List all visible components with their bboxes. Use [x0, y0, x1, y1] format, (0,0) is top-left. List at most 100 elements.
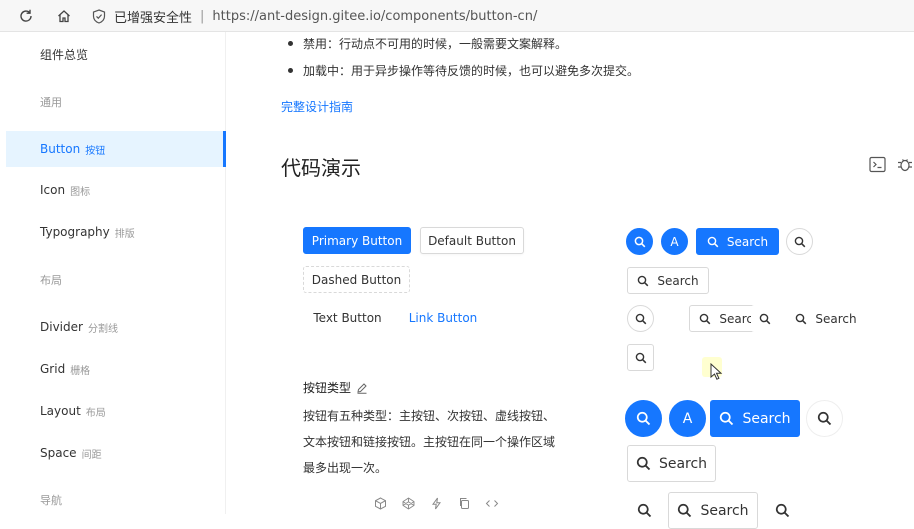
search-icon — [699, 313, 711, 325]
sidebar-item-space[interactable]: Space 间距 — [6, 435, 226, 471]
main-content: 禁用：行动点不可用的时候，一般需要文案解释。 加载中：用于异步操作等待反馈的时候… — [226, 32, 914, 529]
demo-description-body: 按钮有五种类型：主按钮、次按钮、虚线按钮、 文本按钮和链接按钮。主按钮在同一个操… — [303, 403, 568, 481]
sidebar-item-label: Grid — [40, 362, 66, 376]
sidebar: 组件总览 通用 Button 按钮 Icon 图标 Typography 排版 … — [6, 32, 226, 514]
section-title: 代码演示 — [281, 156, 361, 180]
search-link-icon-button[interactable] — [627, 344, 654, 371]
sidebar-item-label: Divider — [40, 320, 83, 334]
search-default-large-button[interactable]: Search — [627, 445, 716, 482]
search-icon — [795, 313, 807, 325]
sidebar-item-icon[interactable]: Icon 图标 — [6, 172, 226, 208]
thunder-icon[interactable] — [429, 496, 443, 510]
sidebar-item-divider[interactable]: Divider 分割线 — [6, 309, 226, 345]
search-icon — [817, 411, 832, 426]
sidebar-item-overview[interactable]: 组件总览 — [6, 36, 226, 72]
text-button[interactable]: Text Button — [303, 304, 392, 331]
search-icon — [634, 236, 646, 248]
letter-circle-primary-large-button[interactable]: A — [669, 400, 706, 437]
demo-description-line: 按钮有五种类型：主按钮、次按钮、虚线按钮、 — [303, 409, 556, 423]
sidebar-item-typography[interactable]: Typography 排版 — [6, 214, 226, 250]
codepen-icon[interactable] — [401, 496, 415, 510]
search-text-large-icon-button[interactable] — [764, 492, 801, 529]
search-label: Search — [700, 502, 749, 519]
edit-icon[interactable] — [356, 382, 368, 394]
bullet-text: 禁用：行动点不可用的时候，一般需要文案解释。 — [303, 37, 568, 51]
search-primary-large-button[interactable]: Search — [710, 400, 800, 437]
search-icon — [677, 503, 692, 518]
link-button[interactable]: Link Button — [402, 304, 484, 331]
terminal-icon[interactable] — [869, 156, 887, 174]
code-expand-icon[interactable] — [485, 496, 499, 510]
sidebar-item-button[interactable]: Button 按钮 — [6, 131, 226, 167]
copy-icon[interactable] — [457, 496, 471, 510]
sidebar-group-navigation: 导航 — [40, 494, 62, 507]
search-dashed-large-button[interactable]: Search — [668, 492, 758, 529]
address-separator: | — [200, 8, 205, 24]
bullet-dot — [288, 68, 293, 73]
search-icon — [759, 313, 771, 325]
search-circle-dashed-large-button[interactable] — [626, 492, 663, 529]
search-circle-dashed-button[interactable] — [627, 305, 654, 332]
search-icon — [635, 352, 647, 364]
sidebar-item-sublabel: 栅格 — [70, 365, 91, 377]
search-circle-primary-large-button[interactable] — [625, 400, 662, 437]
sidebar-item-sublabel: 布局 — [85, 407, 106, 419]
search-icon — [794, 236, 806, 248]
shield-icon — [92, 8, 108, 24]
search-icon — [719, 411, 734, 426]
search-text-icon-button[interactable] — [751, 305, 778, 332]
sidebar-group-layout: 布局 — [40, 274, 62, 287]
sidebar-item-sublabel: 图标 — [70, 186, 91, 198]
bug-icon[interactable] — [896, 156, 914, 174]
bullet-text: 加载中：用于异步操作等待反馈的时候，也可以避免多次提交。 — [303, 64, 640, 78]
sidebar-item-label: Layout — [40, 404, 81, 418]
search-label: Search — [726, 234, 769, 249]
letter-label: A — [670, 234, 679, 249]
sidebar-item-label: Button — [40, 142, 81, 156]
mouse-cursor-icon — [710, 362, 724, 381]
search-primary-button[interactable]: Search — [696, 228, 779, 255]
codesandbox-icon[interactable] — [373, 496, 387, 510]
search-label: Search — [658, 455, 708, 472]
sidebar-item-sublabel: 分割线 — [87, 323, 118, 335]
search-default-button[interactable]: Search — [627, 267, 709, 294]
bullet-loading: 加载中：用于异步操作等待反馈的时候，也可以避免多次提交。 — [288, 62, 639, 79]
search-icon — [636, 456, 651, 471]
search-circle-default-large-button[interactable] — [806, 400, 843, 437]
default-button[interactable]: Default Button — [420, 227, 524, 254]
search-icon — [637, 275, 649, 287]
letter-label: A — [682, 410, 693, 427]
address-bar[interactable]: 已增强安全性 | https://ant-design.gitee.io/com… — [92, 4, 537, 28]
sidebar-item-layout[interactable]: Layout 布局 — [6, 393, 226, 429]
refresh-icon[interactable] — [17, 7, 35, 25]
demo-description-title: 按钮类型 — [303, 379, 368, 396]
demo-description-title-text: 按钮类型 — [303, 381, 352, 395]
search-icon — [707, 236, 719, 248]
search-icon — [635, 313, 647, 325]
sidebar-item-label: Space — [40, 446, 77, 460]
search-icon — [775, 503, 790, 518]
sidebar-item-grid[interactable]: Grid 栅格 — [6, 351, 226, 387]
bullet-dot — [288, 41, 293, 46]
letter-circle-primary-button[interactable]: A — [661, 228, 688, 255]
security-label: 已增强安全性 — [114, 10, 193, 26]
demo-description-line: 文本按钮和链接按钮。主按钮在同一个操作区域 — [303, 435, 556, 449]
dashed-button[interactable]: Dashed Button — [303, 266, 410, 293]
search-circle-default-button[interactable] — [786, 228, 813, 255]
primary-button[interactable]: Primary Button — [303, 227, 411, 254]
design-guide-link[interactable]: 完整设计指南 — [281, 98, 353, 115]
sidebar-item-sublabel: 按钮 — [85, 145, 106, 157]
search-icon — [637, 503, 652, 518]
sidebar-item-label: Typography — [40, 225, 110, 239]
search-text-button[interactable]: Search — [791, 305, 861, 332]
search-circle-primary-button[interactable] — [626, 228, 653, 255]
bullet-disabled: 禁用：行动点不可用的时候，一般需要文案解释。 — [288, 35, 567, 52]
search-label: Search — [742, 410, 791, 427]
demo-actions — [373, 496, 499, 510]
sidebar-item-sublabel: 间距 — [81, 449, 102, 461]
search-icon — [636, 411, 651, 426]
sidebar-group-general: 通用 — [40, 96, 62, 109]
url-text[interactable]: https://ant-design.gitee.io/components/b… — [212, 9, 537, 24]
home-icon[interactable] — [55, 7, 73, 25]
sidebar-item-label: 组件总览 — [40, 47, 89, 62]
